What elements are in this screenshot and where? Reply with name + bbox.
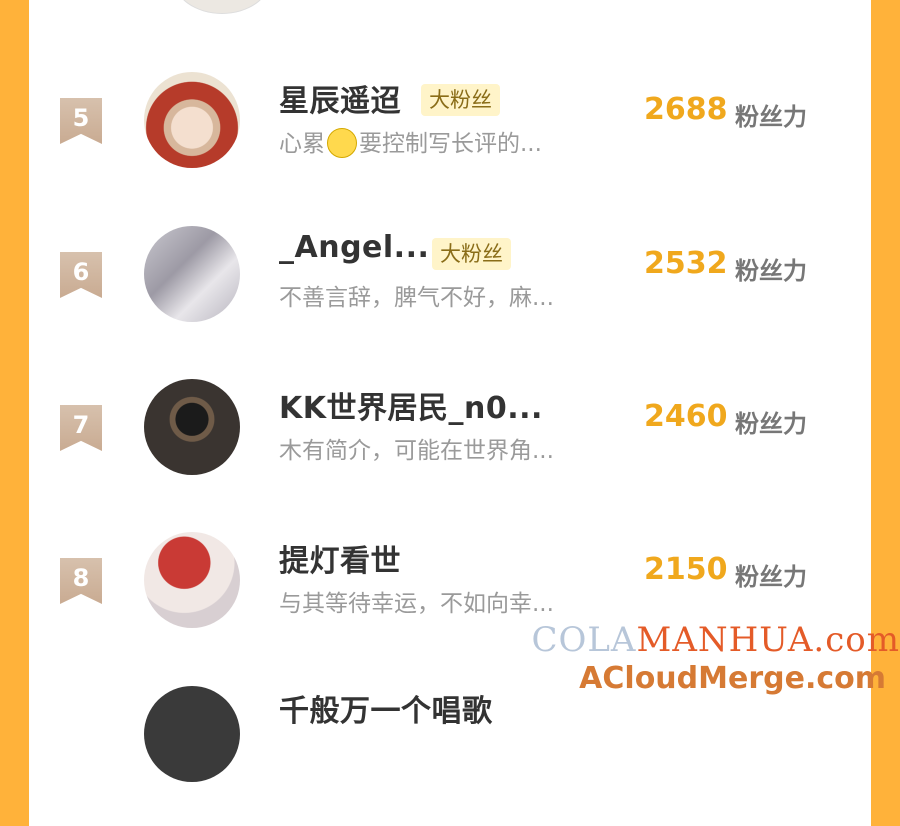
- fan-power-label: 粉丝力: [735, 251, 807, 286]
- avatar[interactable]: [144, 686, 240, 782]
- watermark-text: MANHUA.com: [637, 620, 900, 660]
- fan-power-score: 2150: [644, 552, 728, 587]
- watermark-colamanhua: COLAMANHUA.com: [531, 620, 900, 660]
- rank-badge: 5: [60, 98, 102, 144]
- rank-badge: 8: [60, 558, 102, 604]
- user-name[interactable]: 提灯看世: [279, 536, 401, 580]
- fan-power-score: 2460: [644, 399, 728, 434]
- bio-text: 要控制写长评的...: [359, 131, 542, 157]
- list-item-partial[interactable]: 千般万一个唱歌: [29, 686, 871, 826]
- avatar[interactable]: [144, 532, 240, 628]
- fan-ranking-list: 5 星辰遥迢 大粉丝 心累 要控制写长评的... 2688 粉丝力 6 _Ange…: [29, 0, 871, 702]
- rank-badge: 7: [60, 405, 102, 451]
- user-name[interactable]: KK世界居民_n0...: [279, 383, 543, 427]
- user-name[interactable]: _Angel...: [279, 230, 429, 265]
- watermark-text: COLA: [531, 620, 636, 660]
- fan-power-score: 2688: [644, 92, 728, 127]
- avatar[interactable]: [144, 379, 240, 475]
- list-item[interactable]: 6 _Angel... 大粉丝 不善言辞，脾气不好，麻... 2532 粉丝力: [29, 226, 871, 366]
- bio-text: 心累: [279, 131, 325, 157]
- user-bio: 不善言辞，脾气不好，麻...: [279, 278, 554, 312]
- avatar[interactable]: [144, 226, 240, 322]
- fan-power-label: 粉丝力: [735, 557, 807, 592]
- user-name[interactable]: 千般万一个唱歌: [279, 686, 493, 730]
- user-name[interactable]: 星辰遥迢: [279, 76, 401, 120]
- fan-power-label: 粉丝力: [735, 97, 807, 132]
- avatar[interactable]: [144, 72, 240, 168]
- rank-badge: 6: [60, 252, 102, 298]
- list-item[interactable]: 7 KK世界居民_n0... 木有简介，可能在世界角... 2460 粉丝力: [29, 379, 871, 519]
- fan-level-badge: 大粉丝: [432, 238, 511, 270]
- avatar-partial-top[interactable]: [173, 0, 271, 14]
- fan-level-badge: 大粉丝: [421, 84, 500, 116]
- user-bio: 木有简介，可能在世界角...: [279, 431, 554, 465]
- user-bio: 与其等待幸运，不如向幸...: [279, 584, 554, 618]
- sweat-face-emoji-icon: [327, 128, 357, 158]
- fan-power-label: 粉丝力: [735, 404, 807, 439]
- user-bio: 心累 要控制写长评的...: [279, 124, 542, 160]
- watermark-acloudmerge: ACloudMerge.com: [579, 661, 886, 696]
- fan-power-score: 2532: [644, 246, 728, 281]
- list-item[interactable]: 5 星辰遥迢 大粉丝 心累 要控制写长评的... 2688 粉丝力: [29, 72, 871, 212]
